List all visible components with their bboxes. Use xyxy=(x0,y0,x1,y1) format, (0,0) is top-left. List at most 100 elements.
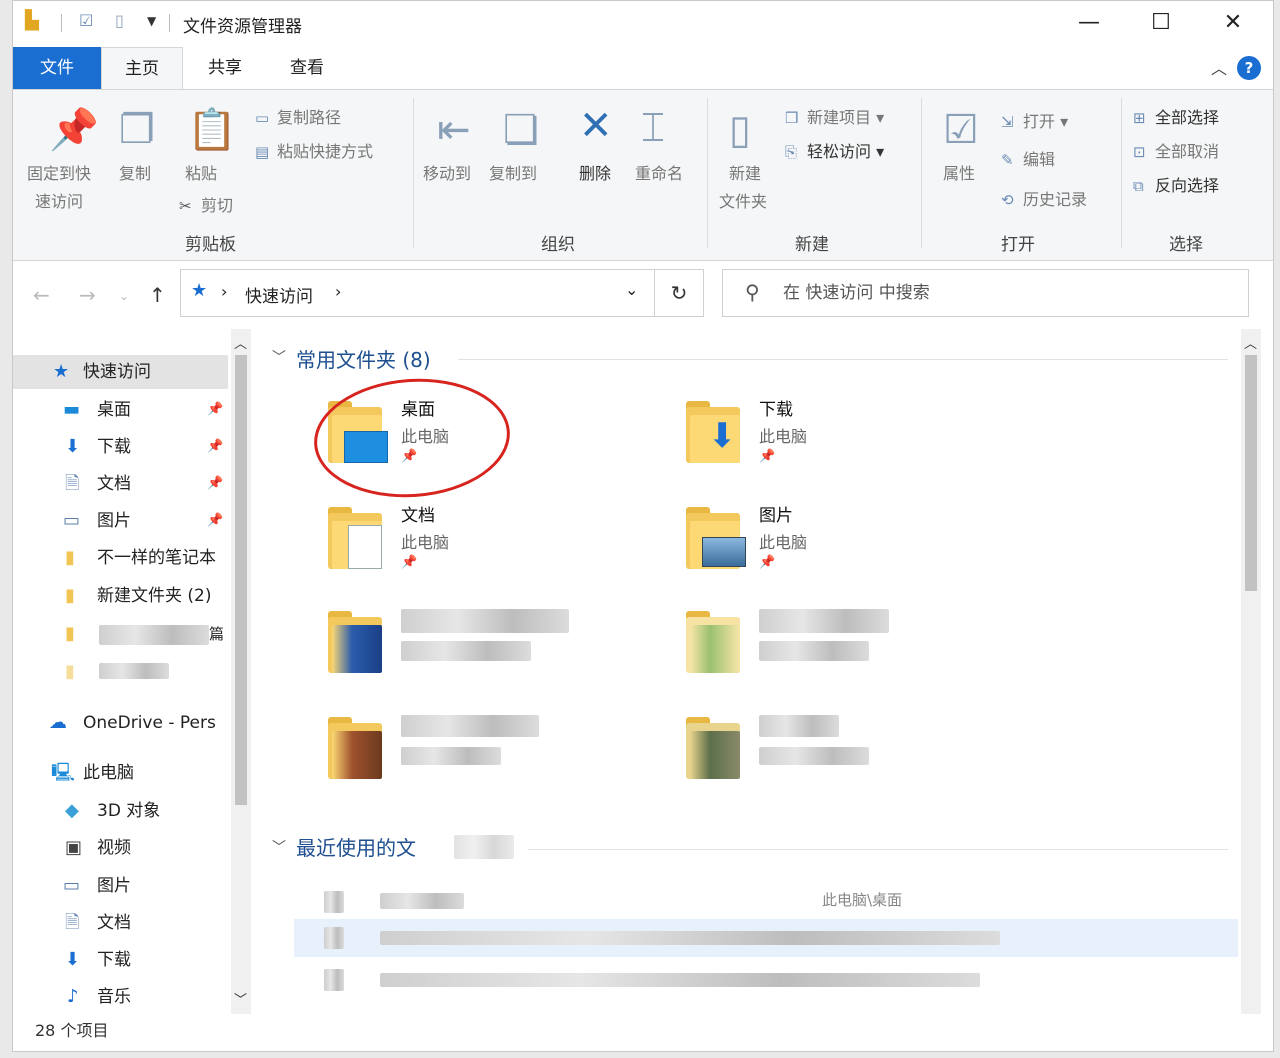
downloads-folder-icon: ⬇ xyxy=(686,401,744,463)
maximize-button[interactable]: ☐ xyxy=(1125,1,1197,45)
section-header-frequent[interactable]: 常用文件夹 (8) xyxy=(296,344,431,373)
list-item[interactable] xyxy=(294,919,1238,957)
section-header-recent[interactable]: 最近使用的文 xyxy=(296,832,416,861)
blurred-location xyxy=(401,641,531,661)
new-folder-quick-icon[interactable]: ▯ xyxy=(115,11,124,31)
refresh-button[interactable]: ↻ xyxy=(654,269,704,317)
pin-icon[interactable]: 📌 xyxy=(207,504,223,538)
nav-item-folder[interactable]: ▮ 新建文件夹 (2) xyxy=(13,579,228,613)
nav-this-pc[interactable]: 🖳 此电脑 xyxy=(13,756,228,790)
forward-arrow-icon[interactable]: → xyxy=(79,283,96,307)
tab-share[interactable]: 共享 xyxy=(189,47,261,89)
scroll-down-icon[interactable]: ﹀ xyxy=(234,989,247,1008)
close-button[interactable]: ✕ xyxy=(1197,1,1269,45)
nav-item-documents[interactable]: 🗎 文档 📌 xyxy=(13,467,228,501)
nav-item-blurred[interactable]: ▮ 篇 xyxy=(13,617,228,651)
delete-button[interactable]: 删除 xyxy=(579,160,611,184)
open-label: 打开 xyxy=(1023,112,1056,131)
nav-label: 3D 对象 xyxy=(97,801,161,821)
folder-tile-blurred[interactable] xyxy=(671,707,991,802)
back-arrow-icon[interactable]: ← xyxy=(33,283,50,307)
minimize-button[interactable]: — xyxy=(1053,1,1125,45)
address-bar[interactable]: ★ › 快速访问 › ⌄ xyxy=(180,269,704,317)
search-input[interactable] xyxy=(781,278,1225,308)
folder-tile-blurred[interactable] xyxy=(313,707,633,802)
pin-icon[interactable]: 📌 xyxy=(207,393,223,427)
folder-tile-downloads[interactable]: ⬇ 下载 此电脑 📌 xyxy=(671,391,991,486)
collapse-section-icon[interactable]: ﹀ xyxy=(272,347,286,367)
nav-label: 桌面 xyxy=(97,400,131,420)
chevron-down-icon[interactable]: ▼ xyxy=(147,11,156,31)
up-arrow-icon[interactable]: ↑ xyxy=(149,283,166,307)
properties-button[interactable]: 属性 xyxy=(943,160,975,184)
select-all-button[interactable]: ⊞ 全部选择 xyxy=(1133,104,1219,128)
folder-tile-pictures[interactable]: 图片 此电脑 📌 xyxy=(671,497,991,592)
scrollbar-thumb[interactable] xyxy=(1245,355,1257,591)
move-to-button[interactable]: 移动到 xyxy=(423,160,471,184)
scroll-up-icon[interactable]: ︿ xyxy=(234,333,247,352)
scroll-up-icon[interactable]: ︿ xyxy=(1244,333,1257,352)
nav-scrollbar[interactable]: ︿ ﹀ xyxy=(231,329,251,1014)
group-label-organize: 组织 xyxy=(541,235,575,255)
nav-item-blurred[interactable]: ▮ xyxy=(13,655,228,689)
blurred-filename xyxy=(380,893,464,909)
invert-selection-button[interactable]: ⧉ 反向选择 xyxy=(1133,172,1219,196)
nav-item-documents[interactable]: 🗎 文档 xyxy=(13,906,228,940)
edit-button[interactable]: ✎ 编辑 xyxy=(1001,146,1055,170)
paste-shortcut-button[interactable]: ▤ 粘贴快捷方式 xyxy=(255,138,373,162)
folder-tile-blurred[interactable] xyxy=(313,601,633,696)
address-dropdown-icon[interactable]: ⌄ xyxy=(625,280,638,299)
easy-access-button[interactable]: ⎘ 轻松访问 ▾ xyxy=(785,138,884,162)
nav-item-downloads[interactable]: ⬇ 下载 📌 xyxy=(13,430,228,464)
open-button[interactable]: ⇲ 打开 ▾ xyxy=(1001,108,1068,132)
properties-quick-icon[interactable]: ☑ xyxy=(79,11,93,31)
nav-item-downloads[interactable]: ⬇ 下载 xyxy=(13,943,228,977)
scrollbar-thumb[interactable] xyxy=(235,355,247,805)
folder-tile-documents[interactable]: 文档 此电脑 📌 xyxy=(313,497,633,592)
new-folder-button[interactable]: 新建 xyxy=(729,160,761,184)
nav-item-folder[interactable]: ▮ 不一样的笔记本 xyxy=(13,541,228,575)
folder-tile-blurred[interactable] xyxy=(671,601,991,696)
tab-file[interactable]: 文件 xyxy=(13,47,101,89)
new-item-button[interactable]: ❒ 新建项目 ▾ xyxy=(785,104,884,128)
pin-icon[interactable]: 📌 xyxy=(207,430,223,464)
nav-item-videos[interactable]: ▣ 视频 xyxy=(13,831,228,865)
help-icon[interactable]: ? xyxy=(1237,56,1261,80)
nav-item-3d-objects[interactable]: ◆ 3D 对象 xyxy=(13,794,228,828)
rename-button[interactable]: 重命名 xyxy=(635,160,683,184)
blurred-location xyxy=(759,641,869,661)
paste-button[interactable]: 粘贴 xyxy=(185,160,217,184)
recent-locations-icon[interactable]: ⌄ xyxy=(119,289,129,303)
select-none-button[interactable]: ⊡ 全部取消 xyxy=(1133,138,1219,162)
desktop-icon: ▬ xyxy=(63,399,81,420)
cut-button[interactable]: ✂ 剪切 xyxy=(179,192,233,216)
copy-path-button[interactable]: ▭ 复制路径 xyxy=(255,104,341,128)
history-button[interactable]: ⟲ 历史记录 xyxy=(1001,186,1087,210)
search-box[interactable]: ⚲ xyxy=(722,269,1249,317)
nav-label: 图片 xyxy=(97,511,131,531)
tab-home[interactable]: 主页 xyxy=(101,47,183,90)
nav-onedrive[interactable]: ☁ OneDrive - Pers xyxy=(13,706,253,740)
nav-item-desktop[interactable]: ▬ 桌面 📌 xyxy=(13,393,228,427)
collapse-ribbon-icon[interactable]: ︿ xyxy=(1211,55,1227,79)
pin-icon[interactable]: 📌 xyxy=(207,467,223,501)
list-item[interactable] xyxy=(294,963,1238,993)
collapse-section-icon[interactable]: ﹀ xyxy=(272,837,286,857)
tab-view[interactable]: 查看 xyxy=(271,47,343,89)
copy-button[interactable]: 复制 xyxy=(119,160,151,184)
nav-item-pictures[interactable]: ▭ 图片 📌 xyxy=(13,504,228,538)
select-none-label: 全部取消 xyxy=(1155,142,1220,161)
copy-to-button[interactable]: 复制到 xyxy=(489,160,537,184)
nav-item-music[interactable]: ♪ 音乐 xyxy=(13,980,228,1014)
pin-to-quick-access-button[interactable]: 固定到快 xyxy=(27,160,91,184)
blurred-label xyxy=(99,663,169,679)
new-folder-icon: ▯ xyxy=(729,107,752,153)
select-all-label: 全部选择 xyxy=(1155,108,1220,127)
breadcrumb-quick-access[interactable]: 快速访问 xyxy=(245,282,313,307)
list-item[interactable]: 此电脑\桌面 xyxy=(294,885,1238,915)
group-label-new: 新建 xyxy=(795,235,829,255)
nav-item-pictures[interactable]: ▭ 图片 xyxy=(13,869,228,903)
open-icon: ⇲ xyxy=(1001,113,1014,131)
content-scrollbar[interactable]: ︿ xyxy=(1241,329,1261,1014)
nav-quick-access[interactable]: ★ 快速访问 xyxy=(13,355,228,389)
